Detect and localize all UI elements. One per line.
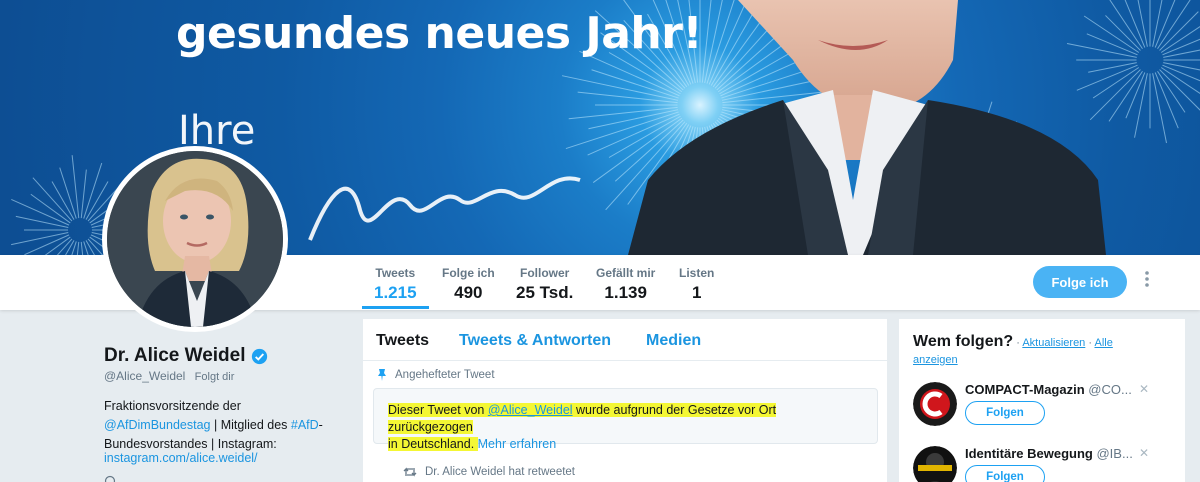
dismiss-close-icon[interactable]: ✕ xyxy=(1139,382,1149,396)
notice-handle-link[interactable]: @Alice_Weidel xyxy=(487,403,573,417)
suggestion-name: COMPACT-Magazin xyxy=(965,382,1085,397)
profile-meta-icon xyxy=(104,474,116,482)
follow-button[interactable]: Folgen xyxy=(965,465,1045,482)
profile-website-link[interactable]: instagram.com/alice.weidel/ xyxy=(104,451,258,465)
timeline-tabs: Tweets Tweets & Antworten Medien xyxy=(363,319,887,361)
stat-following[interactable]: Folge ich 490 xyxy=(442,266,495,303)
who-to-follow-header: Wem folgen? · Aktualisieren · Alle anzei… xyxy=(913,334,1128,368)
stat-tweets-value: 1.215 xyxy=(374,283,417,302)
stat-lists-value: 1 xyxy=(691,283,702,302)
follow-button[interactable]: Folgen xyxy=(965,401,1045,425)
profile-link-row: instagram.com/alice.weidel/ xyxy=(104,451,258,465)
notice-text-3: in Deutschland. xyxy=(388,437,478,451)
bio-text-1: Fraktionsvorsitzende der xyxy=(104,399,241,413)
profile-handle-row: @Alice_Weidel Folgt dir xyxy=(104,369,235,383)
stat-following-value: 490 xyxy=(454,283,483,302)
banner-signature xyxy=(308,176,581,241)
suggestion-item[interactable]: COMPACT-Magazin @CO... ✕ Folgen xyxy=(913,382,1178,442)
stat-tweets[interactable]: Tweets 1.215 xyxy=(362,266,428,309)
suggestion-name-row: Identitäre Bewegung @IB... xyxy=(965,446,1133,461)
profile-bio: Fraktionsvorsitzende der @AfDimBundestag… xyxy=(104,397,329,454)
banner-portrait xyxy=(628,0,1106,255)
retweet-label: Dr. Alice Weidel hat retweetet xyxy=(403,466,575,478)
compact-avatar[interactable] xyxy=(913,382,957,426)
tab-tweets-replies[interactable]: Tweets & Antworten xyxy=(459,332,611,350)
following-button[interactable]: Folge ich xyxy=(1033,266,1127,298)
stat-tweets-label: Tweets xyxy=(375,266,416,280)
dismiss-close-icon[interactable]: ✕ xyxy=(1139,446,1149,460)
suggestion-name-row: COMPACT-Magazin @CO... xyxy=(965,382,1132,397)
pinned-label-text: Angehefteter Tweet xyxy=(395,369,495,381)
retweet-label-text: Dr. Alice Weidel hat retweetet xyxy=(425,466,575,478)
tab-tweets[interactable]: Tweets xyxy=(376,332,429,350)
timeline-card: Tweets Tweets & Antworten Medien Angehef… xyxy=(362,318,888,482)
stat-likes-value: 1.139 xyxy=(604,283,647,302)
refresh-link[interactable]: Aktualisieren xyxy=(1022,337,1085,349)
suggestion-handle: @CO... xyxy=(1088,382,1132,397)
pinned-tweet-label: Angehefteter Tweet xyxy=(377,369,495,381)
profile-name: Dr. Alice Weidel xyxy=(104,345,268,367)
bio-mention-link[interactable]: @AfDimBundestag xyxy=(104,418,211,432)
stat-lists-label: Listen xyxy=(679,266,715,280)
stat-following-label: Folge ich xyxy=(442,266,495,280)
stat-followers[interactable]: Follower 25 Tsd. xyxy=(516,266,573,303)
profile-handle: @Alice_Weidel xyxy=(104,369,186,383)
banner-headline: gesundes neues Jahr! xyxy=(176,8,703,59)
stat-lists[interactable]: Listen 1 xyxy=(679,266,714,303)
tab-media[interactable]: Medien xyxy=(646,332,701,350)
suggestion-item[interactable]: Identitäre Bewegung @IB... ✕ Folgen xyxy=(913,446,1178,482)
stat-likes[interactable]: Gefällt mir 1.139 xyxy=(596,266,655,303)
bio-hashtag-link[interactable]: #AfD xyxy=(291,418,319,432)
stat-followers-label: Follower xyxy=(519,266,570,280)
identitaere-avatar[interactable] xyxy=(913,446,957,482)
header-separator: · xyxy=(1013,337,1023,349)
follows-you-badge: Folgt dir xyxy=(194,371,235,383)
learn-more-link[interactable]: Mehr erfahren xyxy=(478,437,557,451)
vertical-dots-icon[interactable] xyxy=(1140,270,1154,294)
who-to-follow-card: Wem folgen? · Aktualisieren · Alle anzei… xyxy=(898,318,1186,482)
pin-icon xyxy=(378,369,386,381)
notice-text-1: Dieser Tweet von xyxy=(388,403,488,417)
suggestion-handle: @IB... xyxy=(1096,446,1133,461)
retweet-icon xyxy=(403,467,417,477)
avatar[interactable] xyxy=(102,146,288,332)
who-to-follow-title: Wem folgen? xyxy=(913,333,1014,350)
bio-text-2: | Mitglied des xyxy=(210,418,291,432)
suggestion-name: Identitäre Bewegung xyxy=(965,446,1093,461)
withheld-notice: Dieser Tweet von @Alice_Weidel wurde auf… xyxy=(373,388,878,451)
stat-likes-label: Gefällt mir xyxy=(596,266,656,280)
verified-badge-icon xyxy=(251,348,267,364)
profile-name-text: Dr. Alice Weidel xyxy=(104,345,246,366)
stat-followers-value: 25 Tsd. xyxy=(516,283,574,302)
